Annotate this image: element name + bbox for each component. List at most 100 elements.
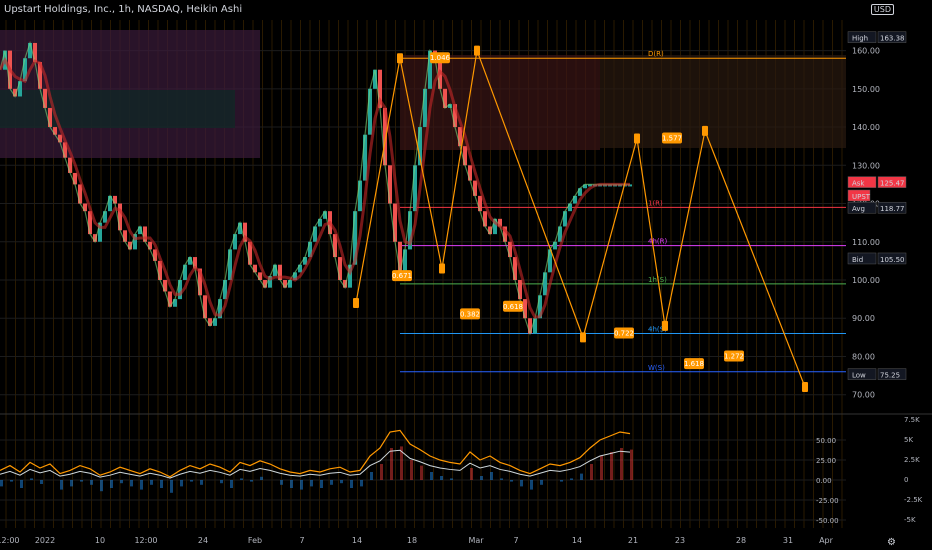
osc-bar: [20, 480, 23, 488]
x-tick-label: Apr: [819, 536, 834, 545]
level-label: 1(R): [648, 199, 663, 207]
osc-bar: [290, 480, 293, 488]
osc-bar: [0, 480, 3, 487]
price-label-value: 118.77: [880, 205, 905, 213]
osc-bar: [150, 480, 153, 485]
price-candle: [33, 42, 37, 63]
price-candle: [478, 195, 482, 212]
osc-bar: [70, 480, 73, 487]
pattern-point: [439, 263, 445, 274]
price-candle: [18, 81, 22, 97]
price-label-name: Low: [852, 372, 866, 380]
osc-bar: [420, 465, 423, 480]
osc-bar: [390, 448, 393, 480]
price-candle: [523, 299, 527, 319]
osc-bar: [530, 480, 533, 490]
osc-bar: [330, 480, 333, 485]
pattern-label: 0.671: [392, 272, 412, 280]
osc-bar: [110, 480, 113, 488]
osc-bar: [560, 480, 563, 482]
price-candle: [68, 157, 72, 173]
pattern-point: [353, 297, 359, 308]
price-label-name: Bid: [852, 256, 863, 264]
y-tick-label: 140.00: [852, 123, 880, 132]
price-candle: [463, 146, 467, 166]
osc-bar: [60, 480, 63, 490]
price-label-name: Ask: [852, 180, 865, 188]
price-candle: [183, 264, 187, 280]
osc-bar: [310, 480, 313, 487]
chart-title: Upstart Holdings, Inc., 1h, NASDAQ, Heik…: [4, 4, 243, 15]
price-candle: [403, 249, 407, 273]
y-tick-label: 90.00: [852, 314, 875, 323]
osc-tick-right: -2.5K: [904, 496, 923, 504]
pattern-point: [474, 45, 480, 56]
x-tick-label: 18: [407, 536, 417, 545]
y-tick-label: 100.00: [852, 276, 880, 285]
price-candle: [468, 165, 472, 181]
price-candle: [313, 226, 317, 242]
y-tick-label: 150.00: [852, 85, 880, 94]
osc-bar: [200, 480, 203, 485]
pattern-point: [397, 53, 403, 64]
osc-bar: [590, 464, 593, 480]
osc-bar: [450, 478, 453, 480]
price-label-name: Avg: [852, 205, 865, 213]
osc-bar: [360, 480, 363, 487]
osc-bar: [180, 480, 183, 487]
x-tick-label: 31: [783, 536, 793, 545]
osc-bar: [240, 478, 243, 480]
osc-bar: [600, 456, 603, 480]
pattern-label: 1.618: [684, 360, 704, 368]
price-candle: [423, 88, 427, 128]
pattern-label: 0.618: [503, 303, 523, 311]
y-tick-label: 80.00: [852, 352, 875, 361]
x-tick-label: 28: [736, 536, 746, 545]
price-label-name: High: [852, 35, 868, 43]
pattern-label: 0.382: [460, 310, 480, 318]
osc-bar: [220, 480, 223, 484]
osc-bar: [260, 476, 263, 480]
osc-bar: [470, 468, 473, 480]
osc-bar: [30, 478, 33, 480]
osc-bar: [440, 476, 443, 480]
y-tick-label: 70.00: [852, 391, 875, 400]
price-candle: [203, 295, 207, 319]
price-label-value: 75.25: [880, 372, 900, 380]
osc-bar: [620, 448, 623, 480]
price-candle: [563, 211, 567, 227]
x-tick-label: 7: [513, 536, 518, 545]
pattern-point: [802, 382, 808, 393]
x-tick-label: Mar: [468, 536, 484, 545]
osc-bar: [490, 472, 493, 480]
osc-bar: [580, 473, 583, 480]
osc-bar: [80, 480, 83, 482]
osc-bar: [280, 480, 283, 485]
osc-bar: [540, 480, 543, 485]
currency-badge[interactable]: USD: [870, 4, 894, 15]
osc-bar: [630, 449, 633, 480]
x-tick-label: 14: [352, 536, 362, 545]
pattern-label: 1.046: [430, 54, 451, 62]
x-tick-label: Feb: [248, 536, 262, 545]
osc-bar: [610, 452, 613, 480]
price-candle: [338, 257, 342, 280]
osc-bar: [430, 472, 433, 480]
x-tick-label: 12:00: [0, 536, 20, 545]
osc-bar: [480, 476, 483, 480]
x-tick-label: 14: [572, 536, 582, 545]
x-tick-label: 7: [299, 536, 304, 545]
x-tick-label: 24: [198, 536, 208, 545]
osc-line-2: [0, 449, 631, 479]
pattern-point: [662, 320, 668, 331]
x-tick-label: 2022: [35, 536, 55, 545]
price-candle: [178, 280, 182, 300]
gear-icon[interactable]: ⚙: [887, 537, 896, 548]
price-label-value: 125.47: [880, 180, 905, 188]
osc-tick-left: -25.00: [816, 497, 839, 505]
price-label-value: 105.50: [880, 256, 905, 264]
pattern-point: [702, 125, 708, 136]
osc-bar: [130, 480, 133, 487]
pattern-label: 1.577: [662, 135, 682, 143]
price-candle: [528, 318, 532, 334]
